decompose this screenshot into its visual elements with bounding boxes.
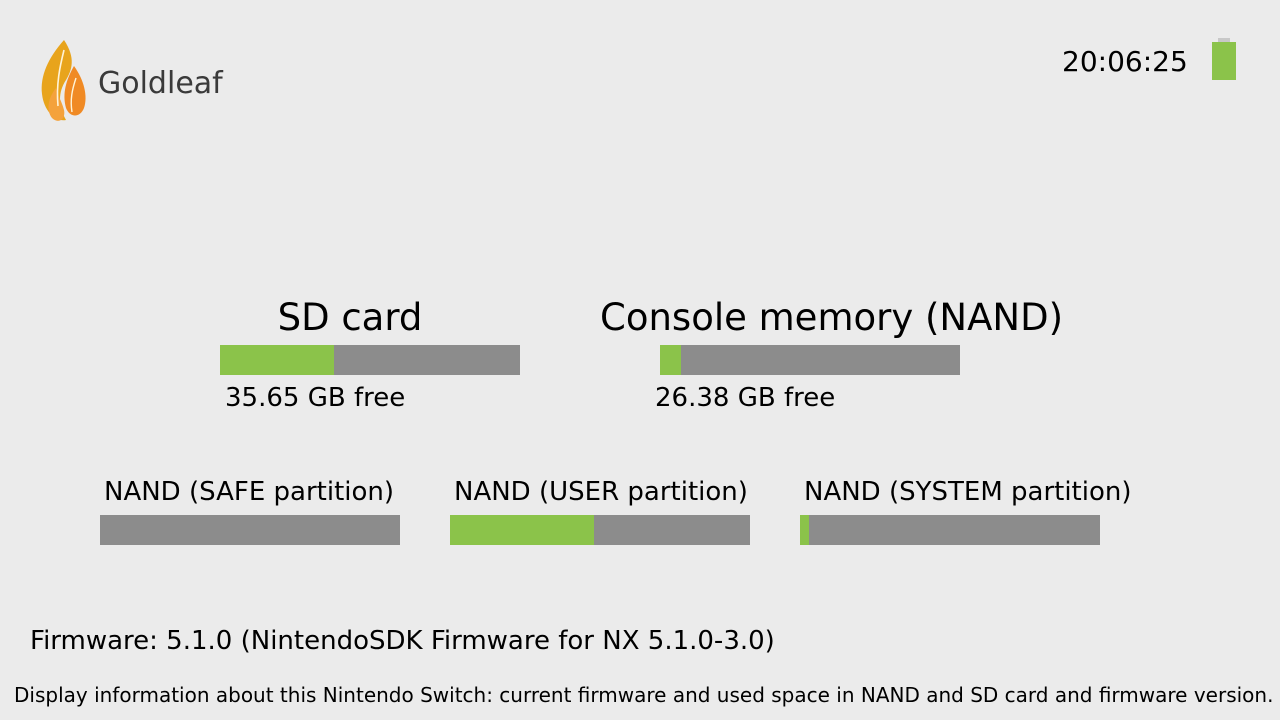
user-partition-usage-fill: [450, 515, 594, 545]
nand-usage-fill: [660, 345, 681, 375]
goldleaf-logo-icon: [41, 40, 86, 121]
sd-card-usage-bar: [220, 345, 520, 375]
sd-card-title: SD card: [277, 296, 423, 339]
system-partition-usage-bar: [800, 515, 1100, 545]
app-title: Goldleaf: [98, 66, 223, 101]
sd-card-free-text: 35.65 GB free: [225, 383, 406, 413]
footer-help-text: Display information about this Nintendo …: [14, 683, 1274, 707]
nand-title: Console memory (NAND): [600, 296, 1064, 339]
system-partition-title: NAND (SYSTEM partition): [804, 477, 1132, 507]
system-partition-usage-fill: [800, 515, 809, 545]
nand-usage-bar: [660, 345, 960, 375]
nand-free-text: 26.38 GB free: [655, 383, 836, 413]
firmware-info: Firmware: 5.1.0 (NintendoSDK Firmware fo…: [30, 626, 775, 656]
clock: 20:06:25: [1062, 45, 1188, 78]
battery-icon: [1212, 38, 1236, 80]
safe-partition-title: NAND (SAFE partition): [104, 477, 395, 507]
safe-partition-usage-bar: [100, 515, 400, 545]
user-partition-usage-bar: [450, 515, 750, 545]
user-partition-title: NAND (USER partition): [454, 477, 748, 507]
sd-card-usage-fill: [220, 345, 334, 375]
